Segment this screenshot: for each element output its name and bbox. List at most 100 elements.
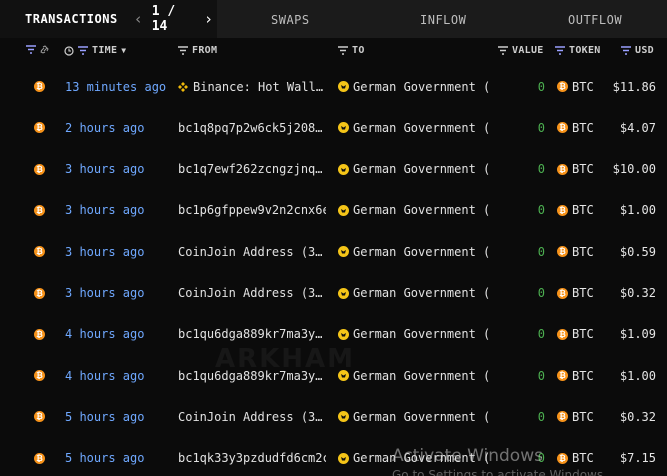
to-text: German Government ( xyxy=(353,244,491,259)
to-address[interactable]: German Government ( xyxy=(338,396,493,437)
from-address[interactable]: CoinJoin Address (3… xyxy=(178,273,326,314)
usd-text: $1.00 xyxy=(619,368,656,383)
time-link[interactable]: 3 hours ago xyxy=(65,273,173,314)
tab-swaps[interactable]: SWAPS xyxy=(271,13,310,27)
to-address[interactable]: German Government ( xyxy=(338,190,493,231)
time-link[interactable]: 5 hours ago xyxy=(65,438,173,476)
value-text: 0 xyxy=(537,286,545,300)
usd-text: $1.00 xyxy=(619,203,656,218)
token-text: BTC xyxy=(572,327,594,342)
token-cell[interactable]: ₿ BTC xyxy=(557,66,607,107)
value-cell: 0 xyxy=(500,314,545,355)
from-address[interactable]: bc1qk33y3pzdudfd6cm2cr xyxy=(178,438,326,476)
tab-inflow[interactable]: INFLOW xyxy=(420,13,466,27)
from-address[interactable]: bc1q7ewf262zcngzjnq… xyxy=(178,149,326,190)
to-address[interactable]: German Government ( xyxy=(338,66,493,107)
table-row[interactable]: ₿ 3 hours ago CoinJoin Address (3… German G… xyxy=(0,273,667,314)
table-row[interactable]: ₿ 3 hours ago bc1q7ewf262zcngzjnq… German G… xyxy=(0,149,667,190)
token-text: BTC xyxy=(572,203,594,218)
usd-text: $0.59 xyxy=(619,244,656,259)
chain-filter[interactable] xyxy=(26,45,50,54)
time-column-header[interactable]: TIME ▼ xyxy=(64,45,126,56)
token-cell[interactable]: ₿ BTC xyxy=(557,314,607,355)
value-cell: 0 xyxy=(500,396,545,437)
time-link[interactable]: 3 hours ago xyxy=(65,231,173,272)
token-cell[interactable]: ₿ BTC xyxy=(557,396,607,437)
filter-icon xyxy=(498,46,508,55)
link-icon xyxy=(40,45,50,54)
to-text: German Government ( xyxy=(353,409,491,424)
bitcoin-icon: ₿ xyxy=(34,122,45,134)
token-cell[interactable]: ₿ BTC xyxy=(557,355,607,396)
german-eagle-icon xyxy=(338,246,349,258)
usd-text: $0.32 xyxy=(619,286,656,300)
time-link[interactable]: 4 hours ago xyxy=(65,355,173,396)
usd-cell: $0.59 xyxy=(612,231,667,272)
from-column-header[interactable]: FROM xyxy=(178,45,217,56)
tab-outflow[interactable]: OUTFLOW xyxy=(568,13,622,27)
from-address[interactable]: bc1p6gfppew9v2n2cnx6e6 xyxy=(178,190,326,231)
token-cell[interactable]: ₿ BTC xyxy=(557,107,607,148)
token-cell[interactable]: ₿ BTC xyxy=(557,149,607,190)
from-address[interactable]: Binance: Hot Wall… xyxy=(178,66,326,107)
bitcoin-chain-icon: ₿ xyxy=(34,355,48,396)
to-text: German Government ( xyxy=(353,79,491,94)
usd-cell: $0.32 xyxy=(612,396,667,437)
german-eagle-icon xyxy=(338,81,349,92)
chevron-left-icon[interactable]: ‹ xyxy=(130,10,147,28)
bitcoin-icon: ₿ xyxy=(557,411,568,423)
bitcoin-chain-icon: ₿ xyxy=(34,66,48,107)
from-text: bc1p6gfppew9v2n2cnx6e6 xyxy=(178,203,326,218)
token-column-header[interactable]: TOKEN xyxy=(555,45,601,56)
time-link[interactable]: 4 hours ago xyxy=(65,314,173,355)
bitcoin-chain-icon: ₿ xyxy=(34,107,48,148)
time-link[interactable]: 5 hours ago xyxy=(65,396,173,437)
to-text: German Government ( xyxy=(353,286,491,300)
time-link[interactable]: 13 minutes ago xyxy=(65,66,173,107)
table-row[interactable]: ₿ 3 hours ago bc1p6gfppew9v2n2cnx6e6 German… xyxy=(0,190,667,231)
usd-text: $1.09 xyxy=(619,327,656,342)
chevron-right-icon[interactable]: › xyxy=(200,10,217,28)
from-text: bc1qk33y3pzdudfd6cm2cr xyxy=(178,451,326,466)
table-row[interactable]: ₿ 2 hours ago bc1q8pq7p2w6ck5j208… German G… xyxy=(0,107,667,148)
time-link[interactable]: 2 hours ago xyxy=(65,107,173,148)
to-address[interactable]: German Government ( xyxy=(338,149,493,190)
token-cell[interactable]: ₿ BTC xyxy=(557,231,607,272)
bitcoin-icon: ₿ xyxy=(557,163,568,175)
usd-column-header[interactable]: USD xyxy=(621,45,654,56)
usd-text: $4.07 xyxy=(619,120,656,135)
to-address[interactable]: German Government ( xyxy=(338,107,493,148)
to-column-header[interactable]: TO xyxy=(338,45,365,56)
to-address[interactable]: German Government ( xyxy=(338,314,493,355)
time-link[interactable]: 3 hours ago xyxy=(65,149,173,190)
value-cell: 0 xyxy=(500,231,545,272)
table-row[interactable]: ₿ 5 hours ago CoinJoin Address (3… German G… xyxy=(0,396,667,437)
value-text: 0 xyxy=(537,162,545,177)
bitcoin-icon: ₿ xyxy=(34,163,45,175)
to-address[interactable]: German Government ( xyxy=(338,355,493,396)
bitcoin-icon: ₿ xyxy=(34,452,45,464)
bitcoin-chain-icon: ₿ xyxy=(34,190,48,231)
token-cell[interactable]: ₿ BTC xyxy=(557,190,607,231)
table-row[interactable]: ₿ 13 minutes ago Binance: Hot Wall… German … xyxy=(0,66,667,107)
time-text: 4 hours ago xyxy=(65,327,145,342)
from-address[interactable]: CoinJoin Address (3… xyxy=(178,396,326,437)
token-cell[interactable]: ₿ BTC xyxy=(557,273,607,314)
usd-text: $10.00 xyxy=(612,162,656,177)
tab-transactions[interactable]: TRANSACTIONS ‹ 1 / 14 › xyxy=(0,0,217,38)
from-address[interactable]: CoinJoin Address (3… xyxy=(178,231,326,272)
bitcoin-icon: ₿ xyxy=(34,411,45,423)
time-link[interactable]: 3 hours ago xyxy=(65,190,173,231)
filter-icon xyxy=(338,46,348,55)
german-eagle-icon xyxy=(338,328,349,340)
filter-icon xyxy=(78,46,88,55)
page-indicator: 1 / 14 xyxy=(151,4,176,34)
value-column-header[interactable]: VALUE xyxy=(498,45,544,56)
from-address[interactable]: bc1q8pq7p2w6ck5j208… xyxy=(178,107,326,148)
table-row[interactable]: ₿ 3 hours ago CoinJoin Address (3… German G… xyxy=(0,231,667,272)
bitcoin-icon: ₿ xyxy=(34,246,45,258)
usd-cell: $10.00 xyxy=(612,149,667,190)
bitcoin-icon: ₿ xyxy=(557,452,568,464)
to-address[interactable]: German Government ( xyxy=(338,231,493,272)
to-address[interactable]: German Government ( xyxy=(338,273,493,314)
